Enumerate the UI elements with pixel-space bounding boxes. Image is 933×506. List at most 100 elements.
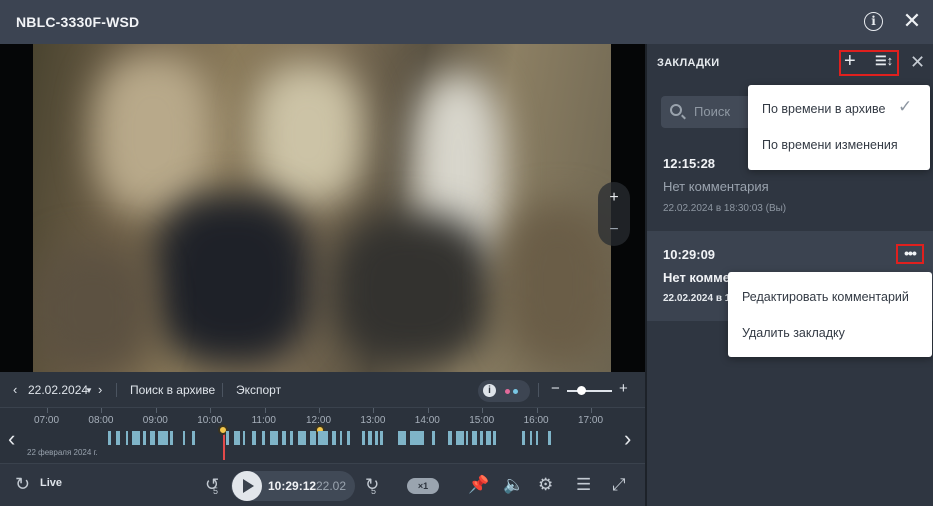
zoom-in-button[interactable]: + bbox=[598, 182, 630, 214]
recording-segment bbox=[466, 431, 468, 445]
timeline-hour-label: 10:00 bbox=[197, 415, 223, 426]
bookmark-comment: Нет комментария bbox=[663, 179, 769, 194]
camera-settings-icon[interactable]: ⚙ bbox=[538, 475, 553, 495]
play-button[interactable] bbox=[232, 471, 262, 501]
timeline-tick bbox=[210, 408, 212, 413]
recording-segment bbox=[108, 431, 111, 445]
scale-minus-icon[interactable]: − bbox=[551, 380, 560, 397]
timeline-hour-label: 12:00 bbox=[306, 415, 332, 426]
recording-segment bbox=[290, 431, 293, 445]
date-selector[interactable]: 22.02.2024 bbox=[28, 383, 88, 397]
recording-segment bbox=[530, 431, 532, 445]
bookmark-context-menu: Редактировать комментарий Удалить заклад… bbox=[728, 272, 932, 357]
timeline-tick bbox=[101, 408, 103, 413]
blue-dot-icon bbox=[513, 389, 518, 394]
divider bbox=[222, 383, 223, 397]
timeline-tick bbox=[155, 408, 157, 413]
player-bar: ↻ Live ↺ 5 10:29:12 22.02 ↻ 5 ×1 📌 🔈 ⚙ ☰… bbox=[0, 463, 645, 506]
bookmark-time: 12:15:28 bbox=[663, 156, 716, 171]
recording-segment bbox=[472, 431, 477, 445]
overlay-toggle[interactable]: i bbox=[478, 380, 530, 402]
recording-segment bbox=[347, 431, 350, 445]
recording-segment bbox=[243, 431, 245, 445]
pink-dot-icon bbox=[505, 389, 510, 394]
delete-bookmark-option[interactable]: Удалить закладку bbox=[742, 326, 845, 340]
recording-segment bbox=[340, 431, 342, 445]
recording-segment bbox=[493, 431, 496, 445]
playhead[interactable] bbox=[223, 434, 225, 460]
timeline-hour-label: 07:00 bbox=[34, 415, 60, 426]
window-title: NBLC-3330F-WSD bbox=[16, 14, 140, 30]
recording-segment bbox=[536, 431, 538, 445]
export-button[interactable]: Экспорт bbox=[236, 383, 281, 397]
add-bookmark-icon[interactable]: + bbox=[844, 50, 856, 73]
recording-segment bbox=[548, 431, 551, 445]
recording-segment bbox=[183, 431, 185, 445]
recording-segment bbox=[252, 431, 256, 445]
recording-segment bbox=[143, 431, 146, 445]
timeline-tick bbox=[482, 408, 484, 413]
sort-option-archive-time[interactable]: По времени в архиве bbox=[762, 102, 885, 116]
close-panel-icon[interactable]: ✕ bbox=[910, 52, 925, 73]
timeline-hour-label: 11:00 bbox=[251, 415, 276, 426]
timeline-tick bbox=[427, 408, 429, 413]
recording-segment bbox=[522, 431, 525, 445]
recording-segment bbox=[226, 431, 229, 445]
recording-segment bbox=[362, 431, 365, 445]
info-icon: i bbox=[483, 384, 496, 397]
timeline-hour-label: 13:00 bbox=[360, 415, 386, 426]
timeline-date: 22 февраля 2024 г. bbox=[27, 448, 98, 457]
live-refresh-icon[interactable]: ↻ bbox=[15, 474, 30, 495]
timeline-tick bbox=[536, 408, 538, 413]
recording-segment bbox=[480, 431, 483, 445]
timeline-hour-label: 15:00 bbox=[469, 415, 495, 426]
panel-title: ЗАКЛАДКИ bbox=[657, 57, 720, 69]
timeline-prev-icon[interactable]: ‹ bbox=[8, 426, 15, 452]
recording-segment bbox=[262, 431, 265, 445]
menu-icon[interactable]: ☰ bbox=[576, 475, 591, 495]
bookmarks-panel: ЗАКЛАДКИ + ☰↕ ✕ Поиск 12:15:28 Нет комме… bbox=[647, 44, 933, 506]
checkmark-icon: ✓ bbox=[898, 97, 913, 116]
recording-segment bbox=[368, 431, 372, 445]
fullscreen-icon[interactable]: ⤢ bbox=[612, 475, 626, 495]
timeline-tick bbox=[373, 408, 375, 413]
archive-search-button[interactable]: Поиск в архиве bbox=[130, 383, 215, 397]
live-button[interactable]: Live bbox=[40, 477, 62, 489]
recording-segment bbox=[380, 431, 383, 445]
pin-icon[interactable]: 📌 bbox=[468, 475, 489, 495]
timeline-hour-label: 17:00 bbox=[578, 415, 604, 426]
recording-segment bbox=[375, 431, 378, 445]
next-day-icon[interactable]: › bbox=[98, 382, 102, 397]
timeline[interactable]: ‹ › 22 февраля 2024 г. 07:00 08:00 09:00 10… bbox=[0, 408, 645, 463]
zoom-out-button[interactable]: − bbox=[598, 214, 630, 246]
volume-icon[interactable]: 🔈 bbox=[503, 475, 524, 495]
recording-segment bbox=[192, 431, 195, 445]
forward-seconds: 5 bbox=[371, 486, 377, 496]
timeline-hour-label: 08:00 bbox=[88, 415, 114, 426]
scale-slider[interactable] bbox=[567, 386, 612, 395]
scale-plus-icon[interactable]: + bbox=[619, 380, 628, 397]
sort-icon[interactable]: ☰↕ bbox=[875, 53, 893, 69]
current-date: 22.02 bbox=[316, 479, 347, 493]
camera-frame bbox=[33, 44, 611, 372]
info-icon[interactable]: i bbox=[864, 12, 883, 31]
sort-option-modified-time[interactable]: По времени изменения bbox=[762, 138, 898, 152]
timeline-tick bbox=[319, 408, 320, 413]
timeline-next-icon[interactable]: › bbox=[624, 426, 631, 452]
timeline-hour-label: 16:00 bbox=[523, 415, 549, 426]
slider-knob[interactable] bbox=[577, 386, 586, 395]
close-icon[interactable]: ✕ bbox=[902, 10, 922, 32]
recording-segment bbox=[410, 431, 424, 445]
recording-segment bbox=[332, 431, 336, 445]
recording-segment bbox=[132, 431, 140, 445]
recording-segment bbox=[448, 431, 452, 445]
speed-selector[interactable]: ×1 bbox=[407, 478, 439, 494]
timeline-hour-label: 14:00 bbox=[414, 415, 440, 426]
edit-comment-option[interactable]: Редактировать комментарий bbox=[742, 290, 909, 304]
video-viewport[interactable]: + − bbox=[0, 44, 645, 372]
prev-day-icon[interactable]: ‹ bbox=[13, 382, 17, 397]
chevron-down-icon[interactable]: ▼ bbox=[85, 386, 93, 395]
recording-segment bbox=[298, 431, 306, 445]
recording-segment bbox=[234, 431, 240, 445]
more-options-button[interactable]: ••• bbox=[896, 244, 924, 264]
